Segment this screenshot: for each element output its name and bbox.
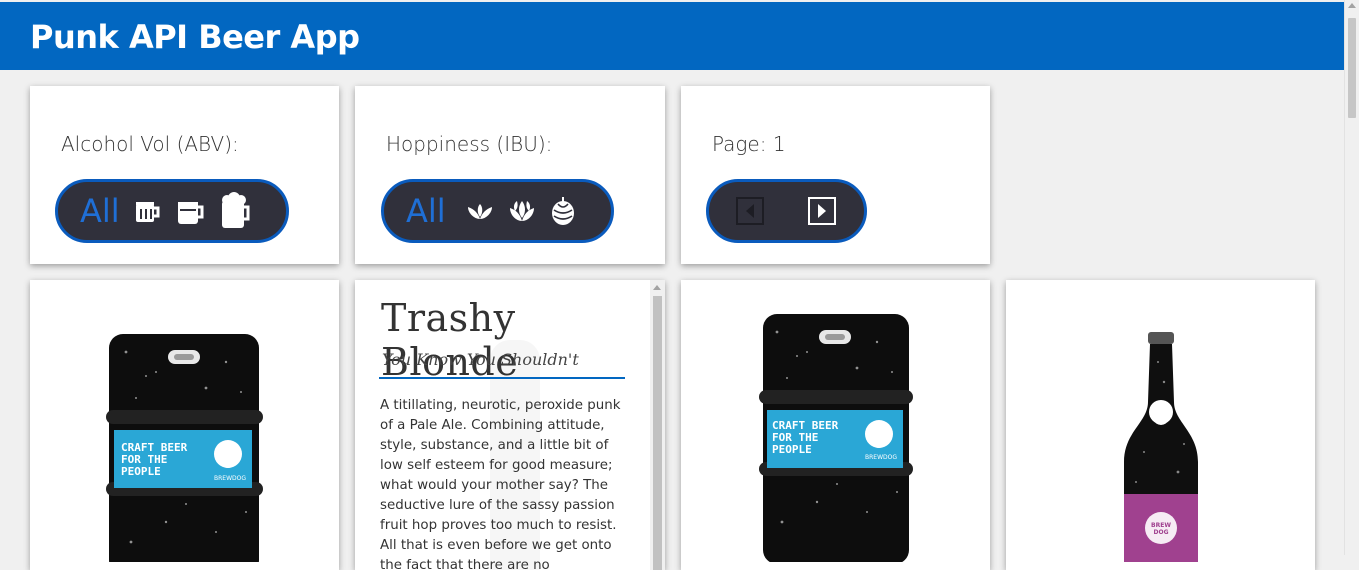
hop-medium-icon[interactable] [508,199,536,223]
hop-small-icon[interactable] [466,201,494,221]
page-scrollbar[interactable] [1344,0,1359,555]
next-page-icon[interactable] [808,197,836,225]
abv-filter-card: Alcohol Vol (ABV): All [30,86,339,264]
description-scroll-thumb[interactable] [653,296,662,570]
tagline-divider [379,377,625,379]
abv-filter-toggle[interactable]: All [55,179,289,243]
page-nav-toggle[interactable] [706,179,867,243]
ibu-all-option[interactable]: All [406,192,446,230]
page-label: Page: 1 [712,132,786,156]
scroll-up-arrow-icon[interactable] [653,285,661,290]
beer-card-description[interactable]: Trashy Blonde You Know You Shouldn't A t… [355,280,665,570]
bottle-brand: BREW DOG [1151,522,1171,536]
keg-label-text: CRAFT BEER FOR THE PEOPLE [121,441,188,478]
description-scrollbar[interactable] [650,280,665,570]
beer-card[interactable]: CRAFT BEER FOR THE PEOPLE BREWDOG [30,280,339,570]
keg-brand: BREWDOG [214,475,247,482]
prev-page-icon[interactable] [736,197,764,225]
ibu-filter-card: Hoppiness (IBU): All [355,86,665,264]
ibu-filter-toggle[interactable]: All [381,179,614,243]
app-title: Punk API Beer App [30,18,360,56]
beer-tagline: You Know You Shouldn't [382,350,579,369]
scroll-thumb[interactable] [1348,18,1356,118]
beer-description: A titillating, neurotic, peroxide punk o… [380,398,621,570]
mug-small-icon[interactable] [134,198,162,224]
page-filter-card: Page: 1 [681,86,990,264]
ibu-filter-label: Hoppiness (IBU): [386,132,553,156]
beer-card[interactable]: CRAFT BEER FOR THE PEOPLE BREWDOG [681,280,990,570]
beer-name: Trashy Blonde [381,296,519,384]
keg-brand: BREWDOG [865,454,898,461]
app-header: Punk API Beer App [0,2,1345,70]
hop-large-icon[interactable] [550,196,576,226]
abv-all-option[interactable]: All [80,192,120,230]
abv-filter-label: Alcohol Vol (ABV): [61,132,239,156]
keg-label-text: CRAFT BEER FOR THE PEOPLE [772,419,839,456]
mug-large-icon[interactable] [220,192,250,230]
mug-medium-icon[interactable] [176,196,206,226]
scroll-up-arrow-icon[interactable] [1348,3,1356,8]
beer-card[interactable]: BREW DOG [1006,280,1315,570]
